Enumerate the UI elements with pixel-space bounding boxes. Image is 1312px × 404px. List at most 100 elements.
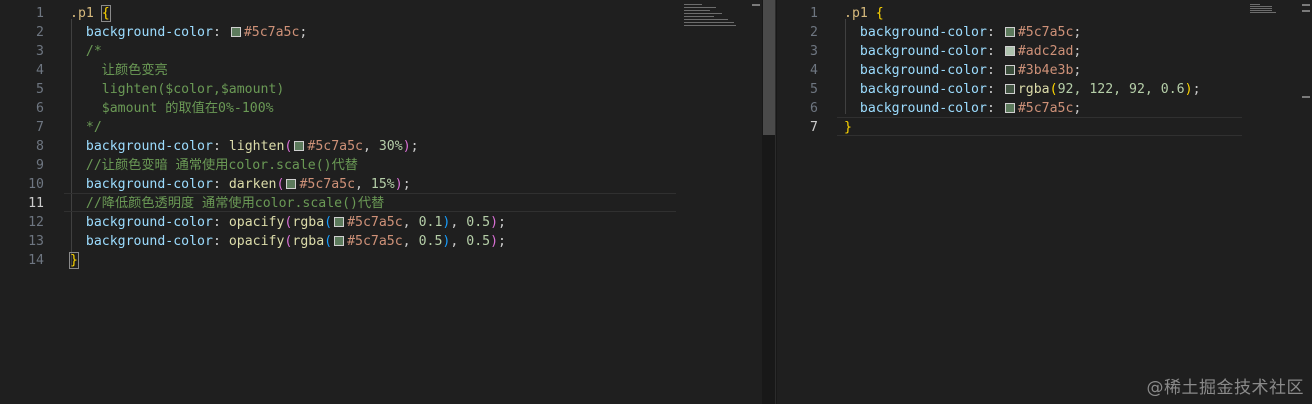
code-line[interactable]: 1 .p1 { — [777, 4, 1312, 23]
code-text[interactable]: background-color: #adc2ad; — [844, 42, 1081, 61]
left-editor-pane[interactable]: 1 .p1 { 2 background-color: #5c7a5c; 3 /… — [0, 0, 762, 404]
color-swatch-icon[interactable] — [1004, 103, 1015, 113]
color-swatch-icon[interactable] — [286, 179, 297, 189]
line-number: 6 — [36, 101, 44, 116]
color-value-token: #5c7a5c — [1017, 101, 1074, 116]
property-token: background-color — [859, 82, 987, 97]
color-swatch-icon[interactable] — [294, 141, 305, 151]
code-line[interactable]: 13 background-color: opacify(rgba(#5c7a5… — [0, 232, 762, 251]
color-value-token: #5c7a5c — [347, 215, 403, 230]
paren-token: ( — [324, 215, 333, 230]
property-token: background-color — [85, 139, 213, 154]
code-text[interactable]: background-color: #5c7a5c; — [844, 99, 1081, 118]
code-line[interactable]: 7 } — [777, 118, 1312, 137]
code-line[interactable]: 9 //让颜色变暗 通常使用color.scale()代替 — [0, 156, 762, 175]
property-token: background-color — [859, 101, 987, 116]
color-swatch-icon[interactable] — [1004, 65, 1015, 75]
color-value-token: #5c7a5c — [299, 177, 356, 192]
code-line[interactable]: 7 */ — [0, 118, 762, 137]
minimap[interactable] — [1250, 4, 1280, 14]
colon-token: : — [986, 25, 995, 40]
comma-token: , — [402, 215, 411, 230]
function-token: rgba — [292, 215, 325, 230]
code-line[interactable]: 5 background-color: rgba(92, 122, 92, 0.… — [777, 80, 1312, 99]
colon-token: : — [212, 177, 221, 192]
vertical-scrollbar[interactable] — [748, 0, 762, 404]
code-text[interactable]: background-color: #5c7a5c; — [70, 23, 307, 42]
line-number: 4 — [810, 63, 818, 78]
number-token: 0.5 — [466, 234, 491, 249]
color-swatch-icon[interactable] — [230, 27, 241, 37]
property-token: background-color — [85, 215, 213, 230]
scroll-marker — [1302, 4, 1310, 6]
paren-token: ) — [490, 215, 499, 230]
number-token: 0.5 — [418, 234, 443, 249]
comma-token: , — [450, 234, 459, 249]
code-text[interactable]: .p1 { — [844, 4, 884, 23]
code-line[interactable]: 14 } — [0, 251, 762, 270]
number-token: 30% — [378, 139, 403, 154]
code-line[interactable]: 3 background-color: #adc2ad; — [777, 42, 1312, 61]
line-number: 12 — [28, 215, 44, 230]
code-text[interactable]: background-color: #3b4e3b; — [844, 61, 1081, 80]
code-line[interactable]: 8 background-color: lighten(#5c7a5c, 30%… — [0, 137, 762, 156]
minimap[interactable] — [684, 4, 744, 28]
code-text[interactable]: lighten($color,$amount) — [70, 80, 285, 99]
comma-token: , — [450, 215, 459, 230]
vertical-scrollbar[interactable] — [1298, 0, 1312, 404]
code-line[interactable]: 4 让颜色变亮 — [0, 61, 762, 80]
code-text[interactable]: 让颜色变亮 — [70, 61, 168, 80]
code-text[interactable]: background-color: opacify(rgba(#5c7a5c, … — [70, 232, 506, 251]
code-line[interactable]: 1 .p1 { — [0, 4, 762, 23]
color-swatch-icon[interactable] — [1004, 84, 1015, 94]
code-line[interactable]: 2 background-color: #5c7a5c; — [0, 23, 762, 42]
code-line[interactable]: 5 lighten($color,$amount) — [0, 80, 762, 99]
paren-token: ) — [490, 234, 499, 249]
right-editor-pane[interactable]: 1 .p1 { 2 background-color: #5c7a5c; 3 b… — [777, 0, 1312, 404]
comment-token: /* — [85, 44, 102, 59]
code-text[interactable]: /* — [70, 42, 102, 61]
semicolon-token: ; — [1073, 25, 1082, 40]
code-line[interactable]: 6 $amount 的取值在0%-100% — [0, 99, 762, 118]
code-text[interactable]: background-color: rgba(92, 122, 92, 0.6)… — [844, 80, 1201, 99]
code-text[interactable]: background-color: darken(#5c7a5c, 15%); — [70, 175, 411, 194]
number-token: 0.1 — [418, 215, 443, 230]
code-text[interactable]: $amount 的取值在0%-100% — [70, 99, 274, 118]
colon-token: : — [212, 25, 221, 40]
code-text[interactable]: background-color: opacify(rgba(#5c7a5c, … — [70, 213, 506, 232]
line-number: 7 — [36, 120, 44, 135]
semicolon-token: ; — [299, 25, 308, 40]
number-token: 0.5 — [466, 215, 491, 230]
color-value-token: #5c7a5c — [1017, 25, 1074, 40]
code-line[interactable]: 12 background-color: opacify(rgba(#5c7a5… — [0, 213, 762, 232]
code-text[interactable]: */ — [70, 118, 102, 137]
code-text[interactable]: } — [844, 118, 852, 137]
color-swatch-icon[interactable] — [334, 236, 345, 246]
code-line[interactable]: 3 /* — [0, 42, 762, 61]
code-text[interactable]: } — [69, 251, 79, 270]
property-token: background-color — [859, 44, 987, 59]
colon-token: : — [212, 139, 221, 154]
colon-token: : — [986, 101, 995, 116]
code-line[interactable]: 10 background-color: darken(#5c7a5c, 15%… — [0, 175, 762, 194]
code-line[interactable]: 2 background-color: #5c7a5c; — [777, 23, 1312, 42]
line-number: 9 — [36, 158, 44, 173]
code-line[interactable]: 4 background-color: #3b4e3b; — [777, 61, 1312, 80]
code-text[interactable]: background-color: lighten(#5c7a5c, 30%); — [70, 137, 419, 156]
code-text[interactable]: //让颜色变暗 通常使用color.scale()代替 — [70, 156, 358, 175]
color-swatch-icon[interactable] — [1004, 27, 1015, 37]
line-number: 2 — [810, 25, 818, 40]
code-text[interactable]: .p1 { — [70, 4, 111, 23]
comment-token: */ — [85, 120, 102, 135]
color-swatch-icon[interactable] — [1004, 46, 1015, 56]
split-scroll-thumb[interactable] — [763, 0, 775, 135]
paren-token: ) — [1184, 82, 1193, 97]
code-text[interactable]: //降低颜色透明度 通常使用color.scale()代替 — [70, 194, 384, 213]
function-token: opacify — [228, 234, 285, 249]
color-swatch-icon[interactable] — [334, 217, 345, 227]
code-line[interactable]: 11 //降低颜色透明度 通常使用color.scale()代替 — [0, 194, 762, 213]
code-text[interactable]: background-color: #5c7a5c; — [844, 23, 1081, 42]
code-line[interactable]: 6 background-color: #5c7a5c; — [777, 99, 1312, 118]
paren-token: ( — [276, 177, 285, 192]
line-number: 5 — [810, 82, 818, 97]
